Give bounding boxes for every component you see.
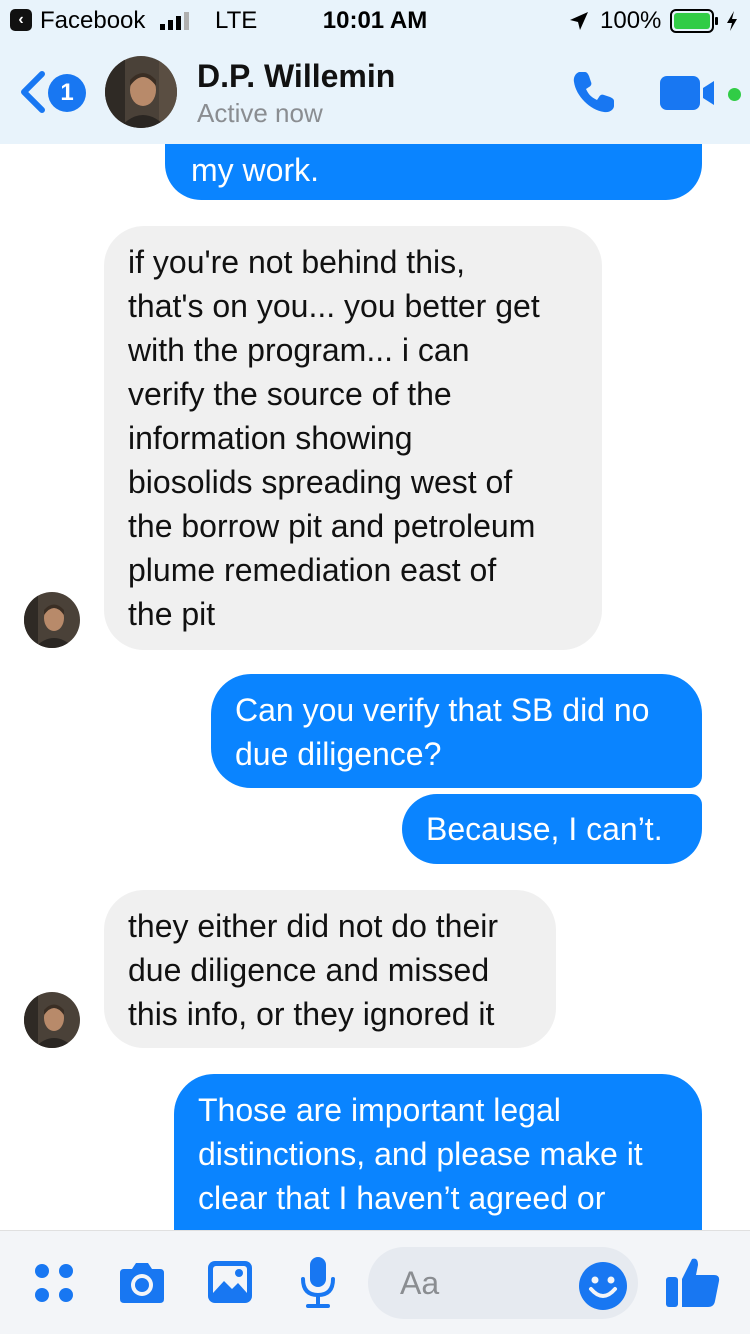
message-composer: Aa (0, 1230, 750, 1334)
message-line: Those are important legal (198, 1092, 561, 1128)
emoji-icon[interactable] (578, 1261, 628, 1311)
contact-avatar[interactable] (105, 56, 177, 128)
message-line: verify the source of the (128, 376, 452, 412)
incoming-message[interactable]: if you're not behind this, that's on you… (104, 226, 602, 650)
phone-icon[interactable] (568, 66, 620, 118)
battery-icon (670, 9, 718, 33)
battery-percentage: 100% (600, 7, 662, 34)
contact-name[interactable]: D.P. Willemin (197, 58, 395, 95)
outgoing-message[interactable]: Because, I can’t. (402, 794, 702, 864)
message-line: information showing (128, 420, 413, 456)
message-line: they either did not do their (128, 908, 499, 944)
status-bar: ‹ Facebook LTE 10:01 AM 100% (0, 0, 750, 40)
message-line: biosolids spreading west of (128, 464, 513, 500)
active-indicator (728, 88, 741, 101)
message-line: distinctions, and please make it (198, 1136, 643, 1172)
message-line: the borrow pit and petroleum (128, 508, 536, 544)
message-line: my work. (191, 152, 319, 188)
grid-menu-icon[interactable] (32, 1261, 76, 1305)
outgoing-message[interactable]: Can you verify that SB did no due dilige… (211, 674, 702, 788)
message-line: plume remediation east of (128, 552, 497, 588)
message-line: this info, or they ignored it (128, 996, 495, 1032)
outgoing-message[interactable]: my work. (165, 144, 702, 200)
message-line: Because, I can’t. (426, 811, 663, 847)
message-line: if you're not behind this, (128, 244, 465, 280)
message-thread[interactable]: my work. if you're not behind this, that… (0, 144, 750, 1230)
message-line: the pit (128, 596, 216, 632)
unread-count-badge: 1 (48, 74, 86, 112)
message-line: due diligence? (235, 736, 442, 772)
outgoing-message[interactable]: Those are important legal distinctions, … (174, 1074, 702, 1230)
message-line: Can you verify that SB did no (235, 692, 650, 728)
incoming-message[interactable]: they either did not do their due diligen… (104, 890, 556, 1048)
message-line: that's on you... you better get (128, 288, 540, 324)
chevron-left-icon (21, 71, 45, 113)
back-button[interactable]: 1 (18, 68, 88, 118)
message-line: clear that I haven’t agreed or (198, 1180, 606, 1216)
camera-icon[interactable] (116, 1259, 168, 1307)
charging-bolt-icon (727, 11, 737, 31)
thumbs-up-icon[interactable] (664, 1253, 722, 1311)
location-arrow-icon (570, 12, 588, 30)
photo-gallery-icon[interactable] (206, 1259, 254, 1305)
message-input-placeholder: Aa (400, 1265, 440, 1301)
sender-avatar[interactable] (24, 992, 80, 1048)
message-line: with the program... i can (128, 332, 470, 368)
message-line: due diligence and missed (128, 952, 490, 988)
video-camera-icon[interactable] (660, 76, 720, 110)
sender-avatar[interactable] (24, 592, 80, 648)
conversation-header: 1 D.P. Willemin Active now (0, 40, 750, 144)
presence-status: Active now (197, 98, 323, 128)
microphone-icon[interactable] (298, 1255, 338, 1311)
